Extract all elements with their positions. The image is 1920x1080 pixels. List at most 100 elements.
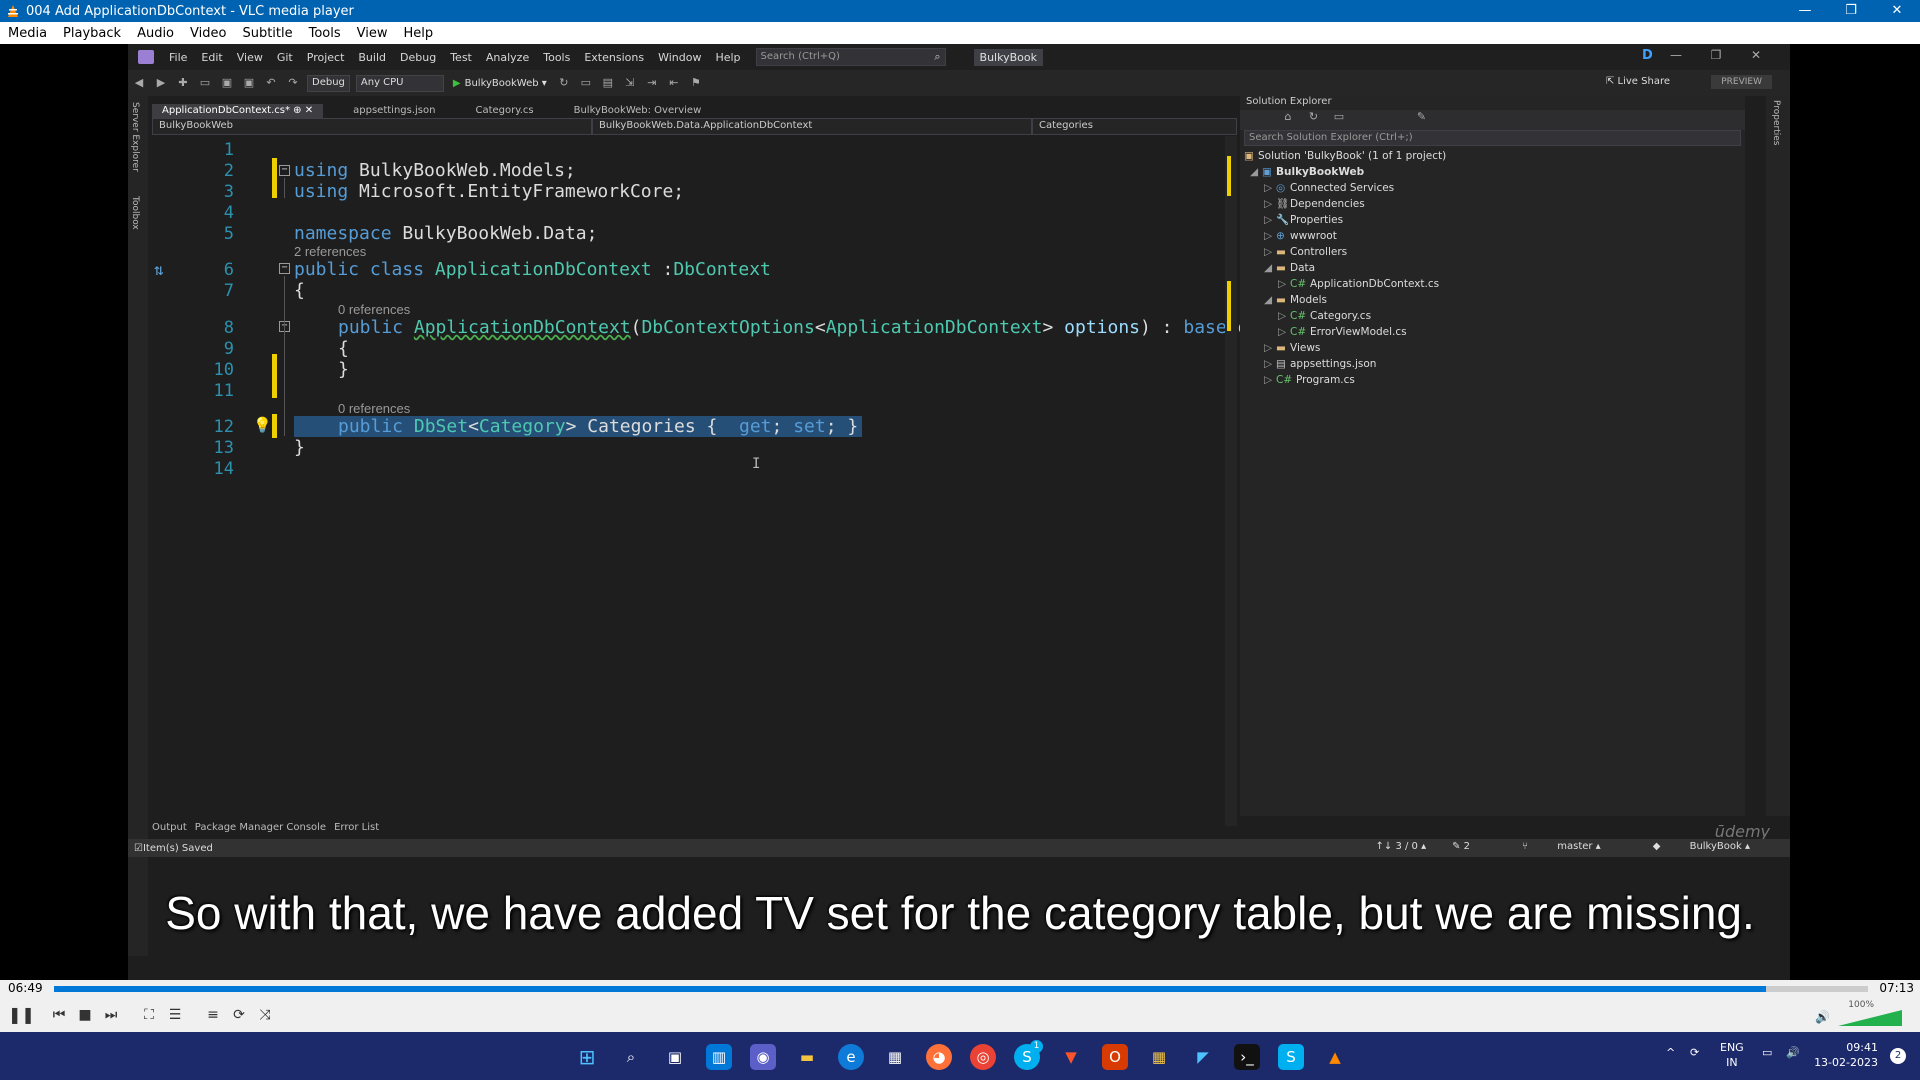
scroll-change-marker [1227,281,1231,331]
tree-node-label: Controllers [1290,246,1348,258]
tree-node-views: ▷ ▬ Views [1264,340,1320,356]
minimize-button[interactable]: — [1782,0,1828,22]
start-icon[interactable]: ⊞ [574,1044,600,1070]
speaker-icon: 🔊 [1815,1010,1830,1024]
vs-restore-icon: ❐ [1710,48,1722,62]
menu-subtitle[interactable]: Subtitle [234,26,300,41]
tree-node-dependencies: ▷ ⛓Dependencies [1264,196,1365,212]
volume-level [1838,1010,1902,1026]
terminal-icon[interactable]: ›_ [1234,1044,1260,1070]
keyword: using [294,181,349,202]
vlc-menu-bar: Media Playback Audio Video Subtitle Tool… [0,22,1920,44]
collapsed-icon: ▷ [1264,182,1273,194]
teams-chat-icon[interactable]: ◉ [750,1044,776,1070]
language-indicator[interactable]: ENG IN [1720,1040,1744,1070]
video-area[interactable]: File Edit View Git Project Build Debug T… [0,44,1920,980]
previous-button[interactable]: ⏮ [48,1004,70,1026]
close-button[interactable]: ✕ [1874,0,1920,22]
tree-node-label: Program.cs [1296,374,1355,386]
tree-node-category: ▷ C# Category.cs [1278,308,1371,324]
vscode-icon[interactable]: ◤ [1190,1044,1216,1070]
line-number: 9 [223,339,234,359]
skype-business-icon[interactable]: S [1278,1044,1304,1070]
tree-node-appsettings: ▷ ▤ appsettings.json [1264,356,1376,372]
bookmark-margin-icon: ⇅ [154,260,164,279]
tab-close-icon: ✕ [304,105,314,116]
stop-button[interactable]: ■ [74,1004,96,1026]
show-hidden-icons-icon[interactable]: ^ [1666,1046,1675,1059]
code-text: BulkyBookWeb.Data; [391,223,598,244]
microsoft-store-icon[interactable]: ▦ [882,1044,908,1070]
pause-button[interactable]: ❚❚ [8,1004,35,1026]
tree-node-label: wwwroot [1290,230,1337,242]
pin-icon: ⊕ [293,105,302,116]
menu-video[interactable]: Video [182,26,234,41]
loop-button[interactable]: ⟳ [228,1004,250,1026]
left-tool-strip: Server Explorer Toolbox [128,96,148,956]
tree-node-program: ▷ C# Program.cs [1264,372,1355,388]
next-button[interactable]: ⏭ [100,1004,122,1026]
folder-icon: ▬ [1276,294,1286,306]
chrome-icon[interactable]: ◎ [970,1044,996,1070]
file-explorer-icon[interactable]: ▬ [794,1044,820,1070]
brave-icon[interactable]: ▼ [1058,1044,1084,1070]
collapsed-icon: ▷ [1278,326,1287,338]
update-icon[interactable]: ⟳ [1690,1046,1699,1059]
volume-slider[interactable]: 🔊 100% [1810,1000,1910,1028]
folder-icon: ▬ [1276,246,1286,258]
widgets-icon[interactable]: ▥ [706,1044,732,1070]
menu-help[interactable]: Help [396,26,442,41]
solution-icon: ▣ [1244,150,1254,162]
vs-minimize-icon: — [1670,48,1682,62]
indent-icon: ⇥ [647,76,657,89]
seek-slider[interactable] [54,986,1868,992]
codelens-references: 0 references [338,401,411,416]
new-item-icon: ✚ [178,76,188,89]
menu-view[interactable]: View [349,26,396,41]
task-view-icon[interactable]: ▣ [662,1044,688,1070]
vs-menu-view: View [236,50,263,64]
menu-playback[interactable]: Playback [55,26,129,41]
firefox-icon[interactable]: ◕ [926,1044,952,1070]
menu-media[interactable]: Media [0,26,55,41]
live-share-label: Live Share [1617,76,1670,87]
menu-tools[interactable]: Tools [301,26,349,41]
live-share-icon: ⇱ [1605,76,1618,87]
vs-menu-bar: File Edit View Git Project Build Debug T… [128,44,1790,70]
network-icon[interactable]: ▭ [1762,1046,1772,1059]
playlist-button[interactable]: ≡ [202,1004,224,1026]
vlc-taskbar-icon[interactable]: ▲ [1322,1044,1348,1070]
extended-settings-button[interactable]: ☰ [164,1004,186,1026]
code-line-13: } [294,437,305,458]
code-line-3: using Microsoft.EntityFrameworkCore; [294,181,684,202]
type-name: ApplicationDbContext [825,317,1043,338]
home-icon: ⌂ [1284,110,1292,123]
shuffle-button[interactable]: ⤨ [254,1004,276,1026]
vs-close-icon: ✕ [1750,48,1762,62]
codelens-references: 2 references [294,244,367,259]
notification-badge[interactable]: 2 [1890,1048,1906,1064]
vlc-cone-icon [8,5,18,17]
edge-icon[interactable]: e [838,1044,864,1070]
search-icon[interactable]: ⌕ [618,1044,644,1070]
type-name: DbSet [413,416,469,437]
browser-icon: ▭ [580,76,592,89]
maximize-button[interactable]: ❐ [1828,0,1874,22]
line-number: 2 [223,161,234,181]
keyword: public [338,416,404,437]
fullscreen-button[interactable]: ⛶ [138,1004,160,1026]
live-share-button: ⇱ Live Share [1606,76,1670,87]
status-message: Item(s) Saved [142,842,213,854]
menu-audio[interactable]: Audio [129,26,182,41]
office-icon[interactable]: O [1102,1044,1128,1070]
project-icon: ▣ [1262,166,1272,178]
run-button: ▶ BulkyBookWeb ▾ [452,77,547,89]
package-manager-console-tab: Package Manager Console [194,822,327,833]
system-clock[interactable]: 09:41 13-02-2023 [1814,1040,1878,1070]
vs-menu-git: Git [276,50,293,64]
tab-overview: BulkyBookWeb: Overview [573,105,702,116]
tree-node-applicationdbcontext: ▷ C# ApplicationDbContext.cs [1278,276,1439,292]
file-manager-icon[interactable]: ▦ [1146,1044,1172,1070]
volume-icon[interactable]: 🔊 [1786,1046,1800,1059]
